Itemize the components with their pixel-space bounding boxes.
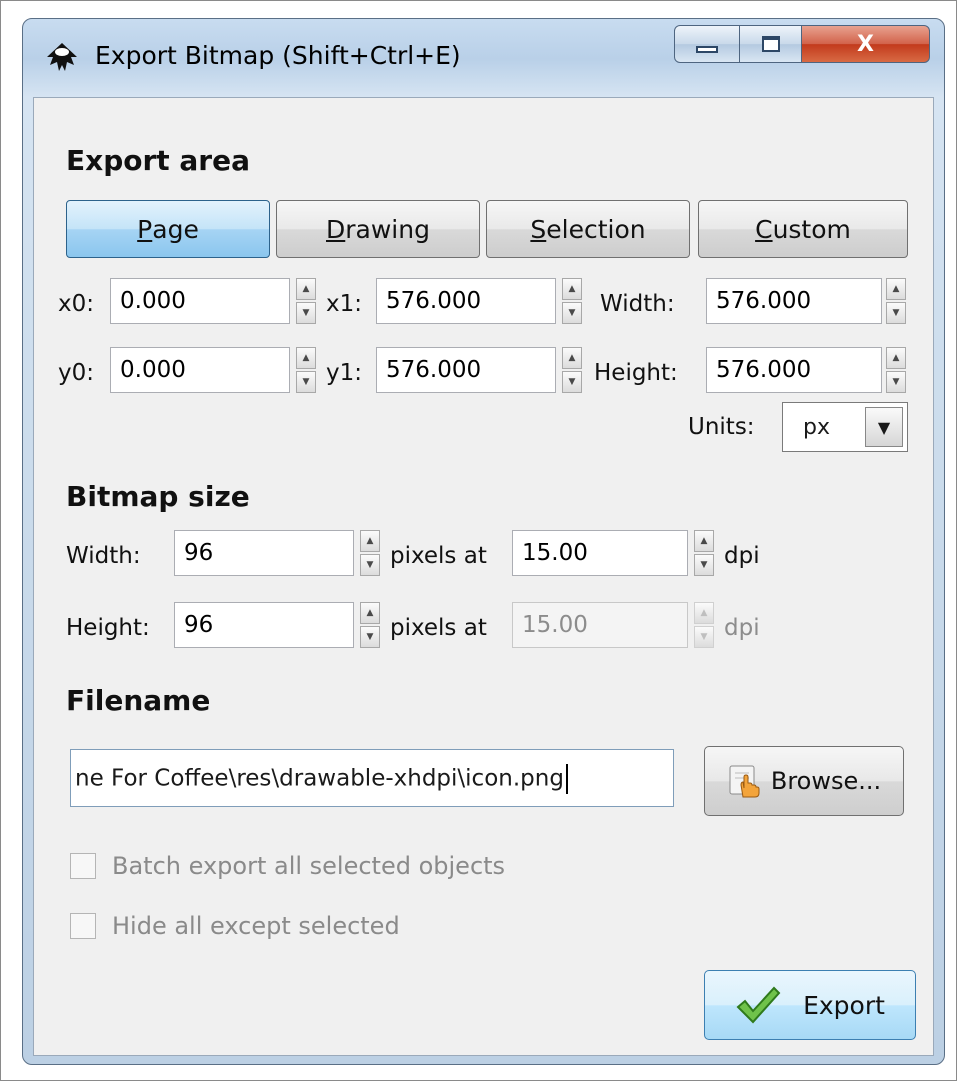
batch-export-label: Batch export all selected objects xyxy=(112,852,506,880)
maximize-icon xyxy=(761,36,780,52)
browse-button-label: Browse... xyxy=(770,767,882,795)
batch-export-option: Batch export all selected objects xyxy=(70,852,505,880)
filename-input[interactable]: ne For Coffee\res\drawable-xhdpi\icon.pn… xyxy=(70,749,674,807)
window-title: Export Bitmap (Shift+Ctrl+E) xyxy=(95,41,461,70)
spin-up-icon[interactable]: ▲ xyxy=(886,347,906,369)
spin-down-icon: ▼ xyxy=(694,626,714,648)
batch-export-checkbox xyxy=(70,853,96,879)
x1-input[interactable]: 576.000 xyxy=(376,278,556,324)
spin-up-icon[interactable]: ▲ xyxy=(886,278,906,300)
spin-down-icon[interactable]: ▼ xyxy=(562,302,582,324)
spin-up-icon: ▲ xyxy=(694,602,714,624)
export-bitmap-dialog: Export Bitmap (Shift+Ctrl+E) X Export ar… xyxy=(22,18,945,1065)
maximize-button[interactable] xyxy=(740,25,802,63)
y1-label: y1: xyxy=(326,360,362,386)
pixels-at-label: pixels at xyxy=(390,615,487,641)
close-button[interactable]: X xyxy=(802,25,930,63)
spin-up-icon[interactable]: ▲ xyxy=(296,278,316,300)
spin-up-icon[interactable]: ▲ xyxy=(360,602,380,624)
spin-up-icon[interactable]: ▲ xyxy=(360,530,380,552)
dpi-y-spinner: ▲ ▼ xyxy=(694,602,714,648)
text-caret xyxy=(565,764,568,794)
spin-down-icon[interactable]: ▼ xyxy=(360,626,380,648)
page-access-key: P xyxy=(137,214,153,244)
y1-spinner[interactable]: ▲ ▼ xyxy=(562,347,582,393)
spin-up-icon[interactable]: ▲ xyxy=(562,278,582,300)
hide-all-label: Hide all except selected xyxy=(112,912,400,940)
x0-spinner[interactable]: ▲ ▼ xyxy=(296,278,316,324)
checkmark-icon xyxy=(736,986,781,1024)
area-width-label: Width: xyxy=(600,291,675,317)
custom-access-key: C xyxy=(755,214,773,244)
spin-down-icon[interactable]: ▼ xyxy=(360,554,380,576)
bitmap-width-spinner[interactable]: ▲ ▼ xyxy=(360,530,380,576)
spin-up-icon[interactable]: ▲ xyxy=(694,530,714,552)
bitmap-height-label: Height: xyxy=(66,615,150,641)
area-height-input[interactable]: 576.000 xyxy=(706,347,882,393)
dpi-x-input[interactable]: 15.00 xyxy=(512,530,688,576)
bitmap-height-spinner[interactable]: ▲ ▼ xyxy=(360,602,380,648)
selection-button[interactable]: Selection xyxy=(486,200,690,258)
y0-input[interactable]: 0.000 xyxy=(110,347,290,393)
inkscape-icon xyxy=(47,43,77,71)
spin-down-icon[interactable]: ▼ xyxy=(296,371,316,393)
bitmap-height-input[interactable]: 96 xyxy=(174,602,354,648)
filename-value: ne For Coffee\res\drawable-xhdpi\icon.pn… xyxy=(75,765,564,792)
browse-hand-icon xyxy=(729,765,760,798)
bitmap-size-heading: Bitmap size xyxy=(66,480,250,513)
hide-all-option: Hide all except selected xyxy=(70,912,400,940)
browse-button[interactable]: Browse... xyxy=(704,746,904,816)
spin-down-icon[interactable]: ▼ xyxy=(296,302,316,324)
page-button[interactable]: Page xyxy=(66,200,270,258)
dpi-label-disabled: dpi xyxy=(724,615,760,641)
x1-label: x1: xyxy=(326,291,362,317)
selection-access-key: S xyxy=(530,214,547,244)
export-area-heading: Export area xyxy=(66,144,250,177)
spin-up-icon[interactable]: ▲ xyxy=(562,347,582,369)
y1-input[interactable]: 576.000 xyxy=(376,347,556,393)
area-width-input[interactable]: 576.000 xyxy=(706,278,882,324)
x1-spinner[interactable]: ▲ ▼ xyxy=(562,278,582,324)
filename-heading: Filename xyxy=(66,684,211,717)
spin-down-icon[interactable]: ▼ xyxy=(694,554,714,576)
export-button[interactable]: Export xyxy=(704,970,916,1040)
x0-input[interactable]: 0.000 xyxy=(110,278,290,324)
dpi-y-input: 15.00 xyxy=(512,602,688,648)
units-label: Units: xyxy=(688,414,755,440)
spin-down-icon[interactable]: ▼ xyxy=(886,371,906,393)
hide-all-checkbox xyxy=(70,913,96,939)
x0-label: x0: xyxy=(58,291,94,317)
selection-button-label: election xyxy=(546,214,646,244)
spin-up-icon[interactable]: ▲ xyxy=(296,347,316,369)
custom-button[interactable]: Custom xyxy=(698,200,908,258)
page-button-label: age xyxy=(152,214,199,244)
title-bar[interactable]: Export Bitmap (Shift+Ctrl+E) X xyxy=(23,19,944,97)
minimize-button[interactable] xyxy=(674,25,740,63)
minimize-icon xyxy=(696,45,718,53)
spin-down-icon[interactable]: ▼ xyxy=(562,371,582,393)
bitmap-width-input[interactable]: 96 xyxy=(174,530,354,576)
custom-button-label: ustom xyxy=(772,214,851,244)
spin-down-icon[interactable]: ▼ xyxy=(886,302,906,324)
drawing-button[interactable]: Drawing xyxy=(276,200,480,258)
units-select[interactable]: px ▼ xyxy=(782,402,908,452)
drawing-access-key: D xyxy=(326,214,346,244)
area-height-label: Height: xyxy=(594,360,678,386)
window-controls: X xyxy=(674,25,930,63)
export-button-label: Export xyxy=(803,990,885,1020)
dpi-label: dpi xyxy=(724,543,760,569)
y0-label: y0: xyxy=(58,360,94,386)
drawing-button-label: rawing xyxy=(345,214,430,244)
pixels-at-label: pixels at xyxy=(390,543,487,569)
chevron-down-icon[interactable]: ▼ xyxy=(865,407,903,447)
area-height-spinner[interactable]: ▲ ▼ xyxy=(886,347,906,393)
units-value: px xyxy=(803,415,830,440)
bitmap-width-label: Width: xyxy=(66,543,141,569)
close-icon: X xyxy=(857,31,874,57)
dialog-body: Export area Page Drawing Selection Custo… xyxy=(33,97,934,1056)
dpi-x-spinner[interactable]: ▲ ▼ xyxy=(694,530,714,576)
area-width-spinner[interactable]: ▲ ▼ xyxy=(886,278,906,324)
y0-spinner[interactable]: ▲ ▼ xyxy=(296,347,316,393)
